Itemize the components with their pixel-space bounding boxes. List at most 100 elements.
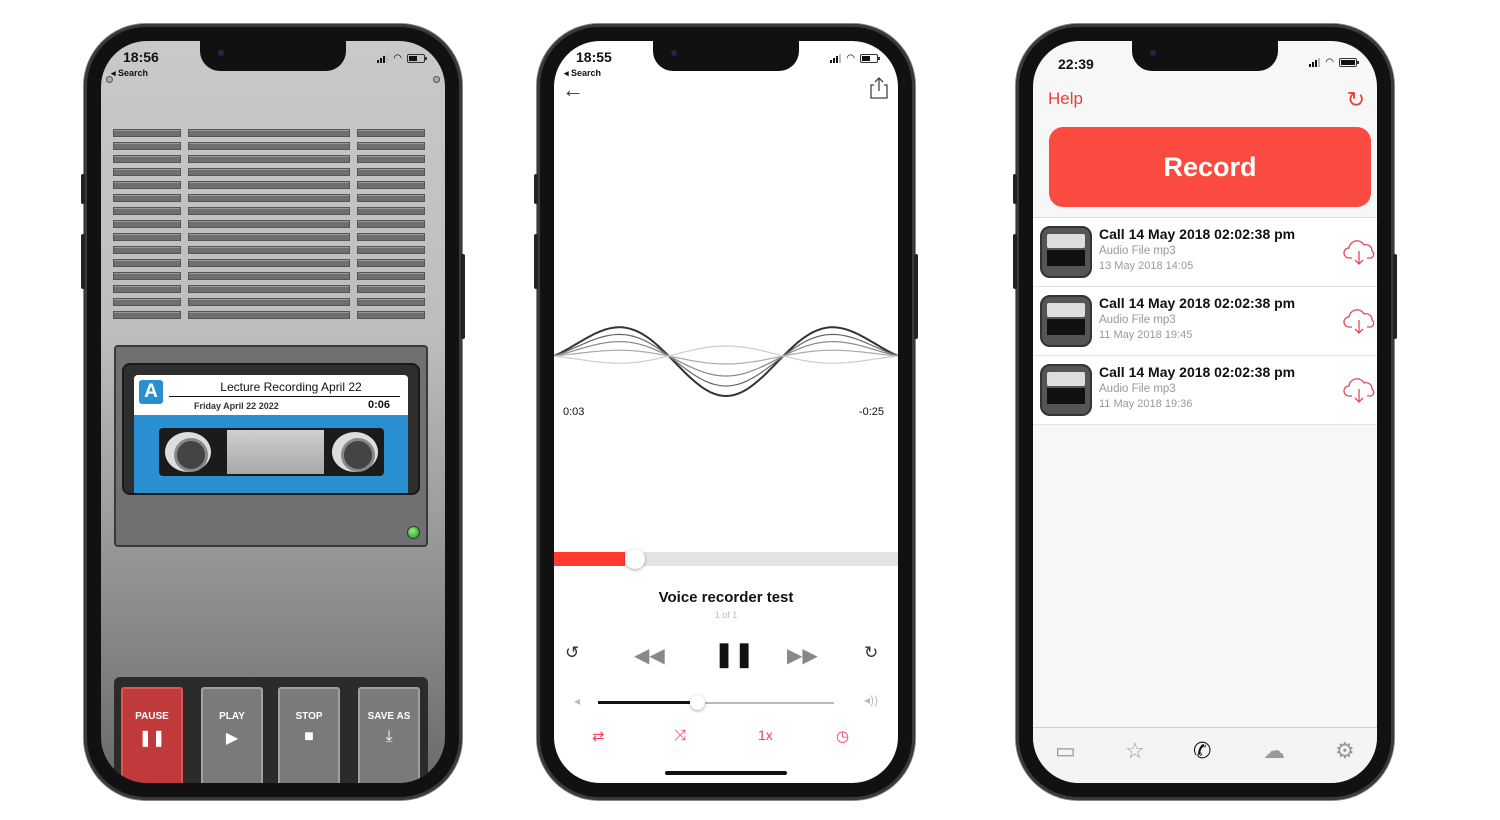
tape-reel-icon [332, 432, 378, 472]
status-time: 18:56 [123, 49, 159, 65]
download-icon: ⤓ [385, 728, 393, 745]
pause-button[interactable]: PAUSE ❚❚ [121, 687, 183, 783]
cloud-download-icon[interactable] [1343, 238, 1377, 266]
status-time: 22:39 [1058, 56, 1094, 72]
tab-files-folder-icon[interactable]: ▭ [1055, 738, 1076, 764]
playback-progress-slider[interactable] [554, 549, 898, 569]
back-to-search-link[interactable]: ◂ Search [564, 68, 601, 79]
signal-icon [830, 54, 842, 63]
side-button [534, 234, 538, 289]
cassette-tape: A Lecture Recording April 22 Friday Apri… [122, 363, 420, 495]
save-as-label: SAVE AS [367, 711, 411, 722]
recording-date: 11 May 2018 19:36 [1099, 398, 1193, 410]
sleep-timer-icon[interactable]: ◷ [836, 727, 849, 745]
side-button [914, 254, 918, 339]
camera [218, 50, 224, 56]
recording-type: Audio File mp3 [1099, 314, 1176, 326]
notch [1132, 41, 1278, 71]
signal-icon [1309, 58, 1321, 67]
play-button[interactable]: PLAY ▶ [201, 687, 263, 783]
phone-call-recorder: 22:39 ◠ Help ↻ Record Call 14 May 2018 0… [1013, 24, 1397, 800]
help-link[interactable]: Help [1048, 89, 1083, 109]
signal-icon [377, 54, 389, 63]
fast-forward-icon[interactable]: ▶▶ [787, 643, 818, 668]
rewind-icon[interactable]: ◀◀ [634, 643, 665, 668]
track-count: 1 of 1 [714, 610, 738, 620]
tab-calls-phone-icon[interactable]: ✆ [1193, 738, 1211, 764]
notch [653, 41, 799, 71]
side-button [534, 174, 538, 204]
tape-reel-icon [165, 432, 211, 472]
battery-icon [407, 54, 427, 63]
notch [200, 41, 346, 71]
recording-name: Call 14 May 2018 02:02:38 pm [1099, 364, 1296, 380]
volume-knob[interactable] [689, 695, 705, 710]
waveform-line [554, 349, 898, 365]
back-to-search-link[interactable]: ◂ Search [111, 68, 148, 79]
wifi-icon: ◠ [1325, 57, 1334, 68]
progress-knob[interactable] [625, 549, 646, 569]
player-transport: ↺ ◀◀ ❚❚ ▶▶ ↻ [554, 640, 898, 673]
record-button[interactable]: Record [1049, 127, 1371, 207]
stop-button[interactable]: STOP ■ [278, 687, 340, 783]
tab-bar: ▭ ☆ ✆ ☁ ⚙ [1033, 727, 1377, 783]
recording-list-item[interactable]: Call 14 May 2018 02:02:38 pm Audio File m… [1033, 287, 1377, 356]
waveform [554, 326, 898, 398]
skip-back-15-icon[interactable]: ↺ [565, 643, 579, 663]
volume-max-icon: ◂)) [863, 693, 878, 707]
recording-date: 11 May 2018 19:45 [1099, 329, 1193, 341]
side-badge: A [139, 380, 163, 404]
pause-icon[interactable]: ❚❚ [714, 640, 754, 669]
cloud-download-icon[interactable] [1343, 307, 1377, 335]
screen: 18:56 ◂ Search ◠ A Lecture Recording Apr… [101, 41, 445, 783]
tab-favorites-star-icon[interactable]: ☆ [1125, 738, 1145, 764]
play-label: PLAY [219, 711, 245, 722]
battery-icon [1339, 58, 1359, 67]
home-indicator [665, 771, 787, 775]
phone-cassette-recorder: 18:56 ◂ Search ◠ A Lecture Recording Apr… [81, 24, 465, 800]
transport-controls: PAUSE ❚❚ PLAY ▶ STOP ■ SAVE AS ⤓ [114, 677, 428, 783]
recording-type: Audio File mp3 [1099, 245, 1176, 257]
recording-name: Call 14 May 2018 02:02:38 pm [1099, 295, 1296, 311]
player-options: ⇄ ⤨ 1x ◷ [554, 727, 898, 751]
skip-forward-15-icon[interactable]: ↻ [864, 643, 878, 663]
waveform-line [554, 345, 898, 364]
cloud-download-icon[interactable] [1343, 376, 1377, 404]
tab-cloud-icon[interactable]: ☁ [1263, 738, 1285, 764]
track-title: Voice recorder test [658, 589, 794, 606]
recording-list-item[interactable]: Call 14 May 2018 02:02:38 pm Audio File m… [1033, 218, 1377, 287]
recording-duration: 0:06 [367, 399, 390, 411]
shuffle-icon[interactable]: ⤨ [674, 727, 686, 744]
recording-date: 13 May 2018 14:05 [1099, 260, 1194, 272]
refresh-icon[interactable]: ↻ [1347, 87, 1365, 113]
recording-title: Lecture Recording April 22 [220, 380, 362, 394]
side-button [1393, 254, 1397, 339]
status-time: 18:55 [576, 49, 612, 65]
recording-led [407, 526, 420, 539]
volume-slider[interactable]: ◂ ◂)) [574, 693, 878, 713]
remaining-time: -0:25 [858, 406, 884, 418]
cassette-deck: A Lecture Recording April 22 Friday Apri… [114, 345, 428, 547]
camera [1150, 50, 1156, 56]
side-button [1013, 234, 1017, 289]
phone-player: 18:55 ◂ Search ◠ ← 0:03 -0:25 Voice reco… [534, 24, 918, 800]
speed-button[interactable]: 1x [758, 727, 773, 743]
recording-date: Friday April 22 2022 [194, 401, 279, 411]
stop-icon: ■ [304, 728, 314, 745]
wifi-icon: ◠ [393, 53, 402, 64]
recording-list-item[interactable]: Call 14 May 2018 02:02:38 pm Audio File m… [1033, 356, 1377, 425]
volume-fill [598, 701, 697, 704]
tab-settings-gear-icon[interactable]: ⚙ [1335, 738, 1355, 764]
side-button [461, 254, 465, 339]
recording-type: Audio File mp3 [1099, 383, 1176, 395]
side-button [81, 174, 85, 204]
save-as-button[interactable]: SAVE AS ⤓ [358, 687, 420, 783]
waveform-line [554, 333, 898, 387]
wifi-icon: ◠ [846, 53, 855, 64]
screen: 22:39 ◠ Help ↻ Record Call 14 May 2018 0… [1033, 41, 1377, 783]
repeat-icon[interactable]: ⇄ [592, 727, 605, 745]
cassette-thumbnail-icon [1040, 364, 1092, 416]
side-button [1013, 174, 1017, 204]
volume-min-icon: ◂ [574, 694, 581, 708]
pause-label: PAUSE [135, 711, 169, 722]
